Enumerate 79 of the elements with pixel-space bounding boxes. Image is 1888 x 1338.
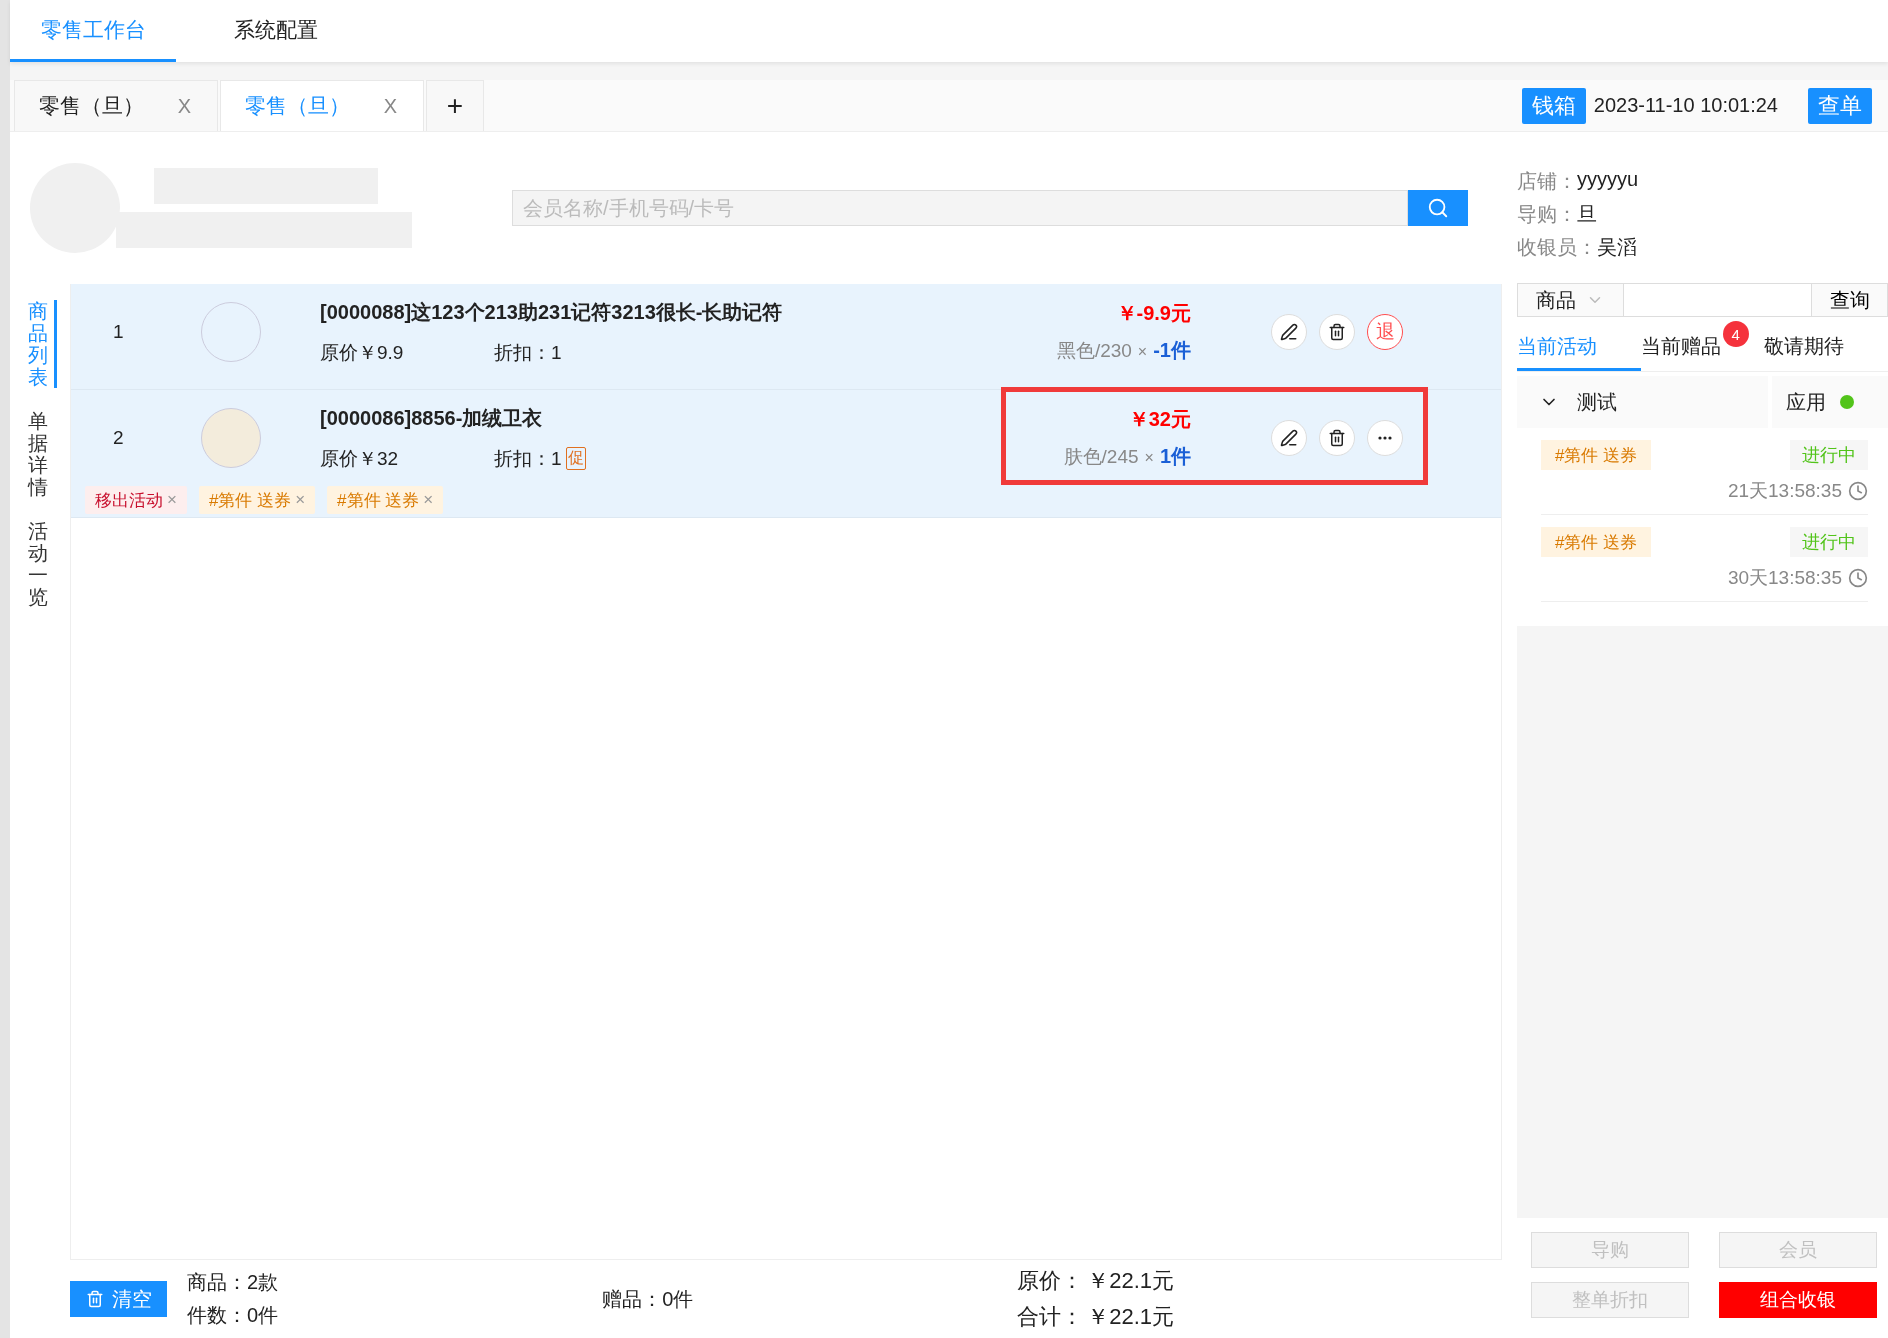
tab-label: 零售（旦） xyxy=(245,93,350,119)
delete-button[interactable] xyxy=(1319,420,1355,456)
close-icon[interactable]: X xyxy=(177,94,191,118)
original-price: 原价￥9.9 xyxy=(320,340,405,365)
product-row[interactable]: 1 [0000088]这123个213助231记符3213很长-长助记符 原价￥9.9 折扣：1 ￥-9.9元 黑色/230 × -1件 退 xyxy=(71,284,1501,390)
panel-tab[interactable]: 当前活动 xyxy=(1517,325,1641,371)
clear-button[interactable]: 清空 xyxy=(70,1281,167,1317)
delete-button[interactable] xyxy=(1319,314,1355,350)
nav-tab[interactable]: 系统配置 xyxy=(176,0,376,62)
status-label: 进行中 xyxy=(1790,440,1868,470)
total-label: 原价： xyxy=(1017,1267,1084,1295)
datetime-text: 2023-11-10 10:01:24 xyxy=(1593,94,1778,117)
piece-count: 件数：0件 xyxy=(187,1303,279,1328)
row-number: 2 xyxy=(113,427,125,449)
row-number: 1 xyxy=(113,321,125,343)
promo-mark: 促 xyxy=(565,447,586,470)
edit-button[interactable] xyxy=(1271,314,1307,350)
info-label: 导购： xyxy=(1517,202,1577,227)
status-dot xyxy=(1840,395,1854,409)
clock-icon xyxy=(1848,568,1868,588)
info-label: 店铺： xyxy=(1517,169,1577,194)
product-name: [0000088]这123个213助231记符3213很长-长助记符 xyxy=(320,299,784,325)
pen-icon xyxy=(1280,429,1298,447)
status-label: 进行中 xyxy=(1790,527,1868,557)
close-icon[interactable]: X xyxy=(383,94,397,118)
goods-count: 商品：2款 xyxy=(187,1270,279,1295)
panel-tab[interactable]: 敬请期待 xyxy=(1764,325,1888,371)
product-name: [0000086]8856-加绒卫衣 xyxy=(320,405,544,431)
cash-box-button[interactable]: 钱箱 xyxy=(1521,87,1586,124)
total-value: ￥22.1元 xyxy=(1087,1267,1175,1295)
discount-text: 折扣：1 xyxy=(494,340,562,365)
quantity-text: -1件 xyxy=(1153,338,1191,363)
activity-group-header[interactable]: 测试 xyxy=(1517,376,1768,428)
spec-text: 黑色/230 xyxy=(1056,339,1132,363)
add-tab-button[interactable]: + xyxy=(426,80,484,131)
original-price: 原价￥32 xyxy=(320,446,400,471)
apply-label: 应用 xyxy=(1786,389,1826,415)
member-search-field[interactable]: 会员名称/手机号码/卡号 xyxy=(512,190,1408,226)
trash-icon xyxy=(1328,429,1346,447)
info-value: 旦 xyxy=(1577,202,1597,227)
line-price: ￥-9.9元 xyxy=(1116,301,1191,326)
times-sign: × xyxy=(1144,449,1154,467)
trash-icon xyxy=(85,1290,104,1308)
tab-label: 零售（旦） xyxy=(39,93,144,119)
times-sign: × xyxy=(1137,343,1148,361)
promo-tag: #第件 送券 xyxy=(1541,440,1652,470)
discount-text: 折扣：1 xyxy=(494,446,562,471)
promo-tag: #第件 送券 xyxy=(1541,527,1652,557)
total-label: 合计： xyxy=(1017,1303,1084,1331)
line-price: ￥32元 xyxy=(1128,407,1191,432)
countdown-text: 21天13:58:35 xyxy=(1727,478,1868,504)
edit-button[interactable] xyxy=(1271,420,1307,456)
side-tab[interactable]: 商品列表 xyxy=(27,300,57,388)
info-value: yyyyyu xyxy=(1577,168,1639,192)
action-button[interactable]: 组合收银 xyxy=(1719,1282,1877,1318)
count-badge: 4 xyxy=(1722,321,1749,347)
order-tab[interactable]: 零售（旦） X xyxy=(220,80,424,131)
quantity-text: 1件 xyxy=(1159,444,1191,469)
side-tab[interactable]: 单据详情 xyxy=(27,410,57,498)
return-button[interactable]: 退 xyxy=(1367,314,1403,350)
countdown-text: 30天13:58:35 xyxy=(1727,565,1868,591)
spec-text: 肤色/245 xyxy=(1063,445,1139,469)
search-icon xyxy=(1427,197,1449,219)
more-icon xyxy=(1378,436,1392,440)
order-tab[interactable]: 零售（旦） X xyxy=(14,80,218,131)
side-tab[interactable]: 活动一览 xyxy=(27,520,57,608)
pen-icon xyxy=(1280,323,1298,341)
search-button[interactable] xyxy=(1408,190,1468,226)
trash-icon xyxy=(1328,323,1346,341)
promo-tag[interactable]: #第件 送券 × xyxy=(198,486,316,514)
product-row[interactable]: 2 [0000086]8856-加绒卫衣 原价￥32 折扣：1 促 ￥32元 肤色/245 × 1件 移出活动 × #第件 送券 × #第件 送券 × xyxy=(71,390,1501,518)
gift-count: 赠品：0件 xyxy=(602,1286,694,1312)
info-value: 吴滔 xyxy=(1597,235,1637,260)
lookup-button[interactable]: 查单 xyxy=(1808,87,1872,124)
promo-tag[interactable]: #第件 送券 × xyxy=(327,486,444,514)
clock-icon xyxy=(1848,481,1868,501)
total-value: ￥22.1元 xyxy=(1087,1303,1175,1331)
remove-activity-tag[interactable]: 移出活动 × xyxy=(85,486,187,514)
info-label: 收银员： xyxy=(1517,235,1597,260)
